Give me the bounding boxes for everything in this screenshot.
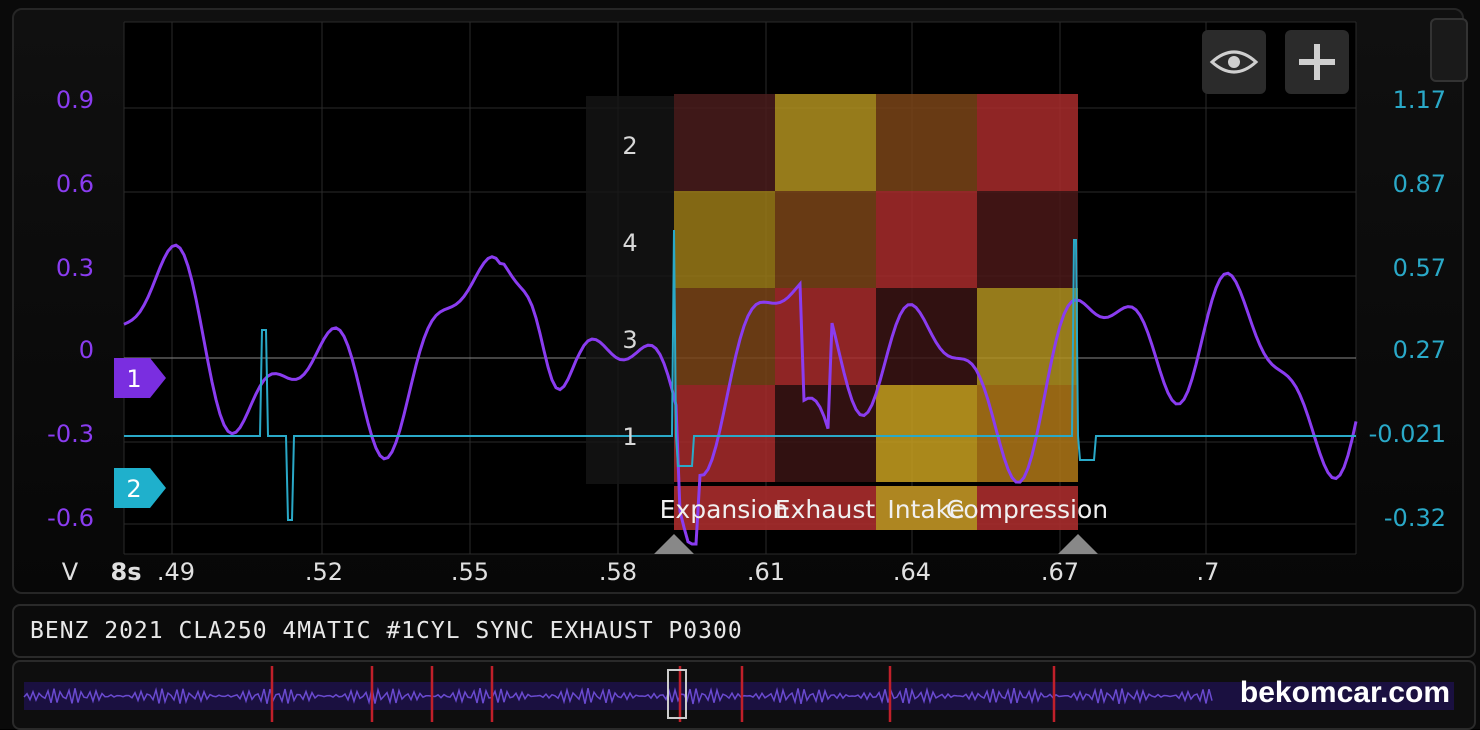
x-axis-tick: .49: [157, 558, 195, 586]
stroke-cell: [775, 94, 876, 191]
right-axis-tick: 1.17: [1393, 86, 1446, 114]
stroke-label: Exhaust: [775, 495, 876, 524]
x-axis-tick: .55: [451, 558, 489, 586]
app-frame: 2 4 3 1 Expansion Exhaust Intake Compression 0.9…: [0, 0, 1480, 730]
x-axis-tick: .52: [305, 558, 343, 586]
stroke-cell: [977, 288, 1078, 385]
stroke-cell: [876, 94, 977, 191]
x-axis-tick: .61: [747, 558, 785, 586]
stroke-cell: [674, 94, 775, 191]
left-axis-tick: 0: [79, 336, 94, 364]
add-button[interactable]: [1285, 30, 1349, 94]
eye-icon: [1209, 50, 1259, 74]
capture-title: BENZ 2021 CLA250 4MATIC #1CYL SYNC EXHAU…: [30, 618, 743, 644]
left-axis-tick: 0.9: [56, 86, 94, 114]
x-axis-tick: .67: [1041, 558, 1079, 586]
overview-strip[interactable]: bekomcar.com: [12, 660, 1476, 730]
stroke-cell: [674, 191, 775, 288]
right-axis-tick: 0.87: [1393, 170, 1446, 198]
stroke-cell: [876, 191, 977, 288]
x-axis-tick: .7: [1197, 558, 1220, 586]
right-axis-tick: -0.32: [1384, 504, 1446, 532]
stroke-label: Expansion: [660, 495, 789, 524]
unit-label: V: [62, 558, 79, 586]
left-axis-tick: 0.6: [56, 170, 94, 198]
watermark: bekomcar.com: [1239, 676, 1450, 709]
cylinder-row-label: 2: [622, 132, 637, 160]
left-axis-tick: 0.3: [56, 254, 94, 282]
stroke-cell: [876, 385, 977, 482]
stroke-cell: [977, 94, 1078, 191]
plus-icon: [1299, 44, 1335, 80]
time-base-label: 8s: [111, 558, 142, 586]
stroke-label: Compression: [946, 495, 1108, 524]
stroke-cell: [775, 385, 876, 482]
right-axis-tick: 0.57: [1393, 254, 1446, 282]
channel-marker-label: 2: [126, 475, 141, 503]
channel-marker-label: 1: [126, 365, 141, 393]
right-axis-tick: -0.021: [1369, 420, 1446, 448]
stroke-cell: [977, 191, 1078, 288]
x-axis-tick: .58: [599, 558, 637, 586]
eye-button[interactable]: [1202, 30, 1266, 94]
cylinder-row-label: 3: [622, 326, 637, 354]
left-axis-tick: -0.3: [47, 420, 94, 448]
stroke-cell: [775, 288, 876, 385]
right-axis-tick: 0.27: [1393, 336, 1446, 364]
title-bar: BENZ 2021 CLA250 4MATIC #1CYL SYNC EXHAU…: [12, 604, 1476, 658]
left-axis-tick: -0.6: [47, 504, 94, 532]
side-handle[interactable]: [1430, 18, 1468, 82]
stroke-matrix: [586, 94, 1078, 530]
x-axis-tick: .64: [893, 558, 931, 586]
cylinder-row-label: 1: [622, 423, 637, 451]
stroke-cell: [674, 385, 775, 482]
cylinder-row-label: 4: [622, 229, 637, 257]
stroke-cell: [775, 191, 876, 288]
